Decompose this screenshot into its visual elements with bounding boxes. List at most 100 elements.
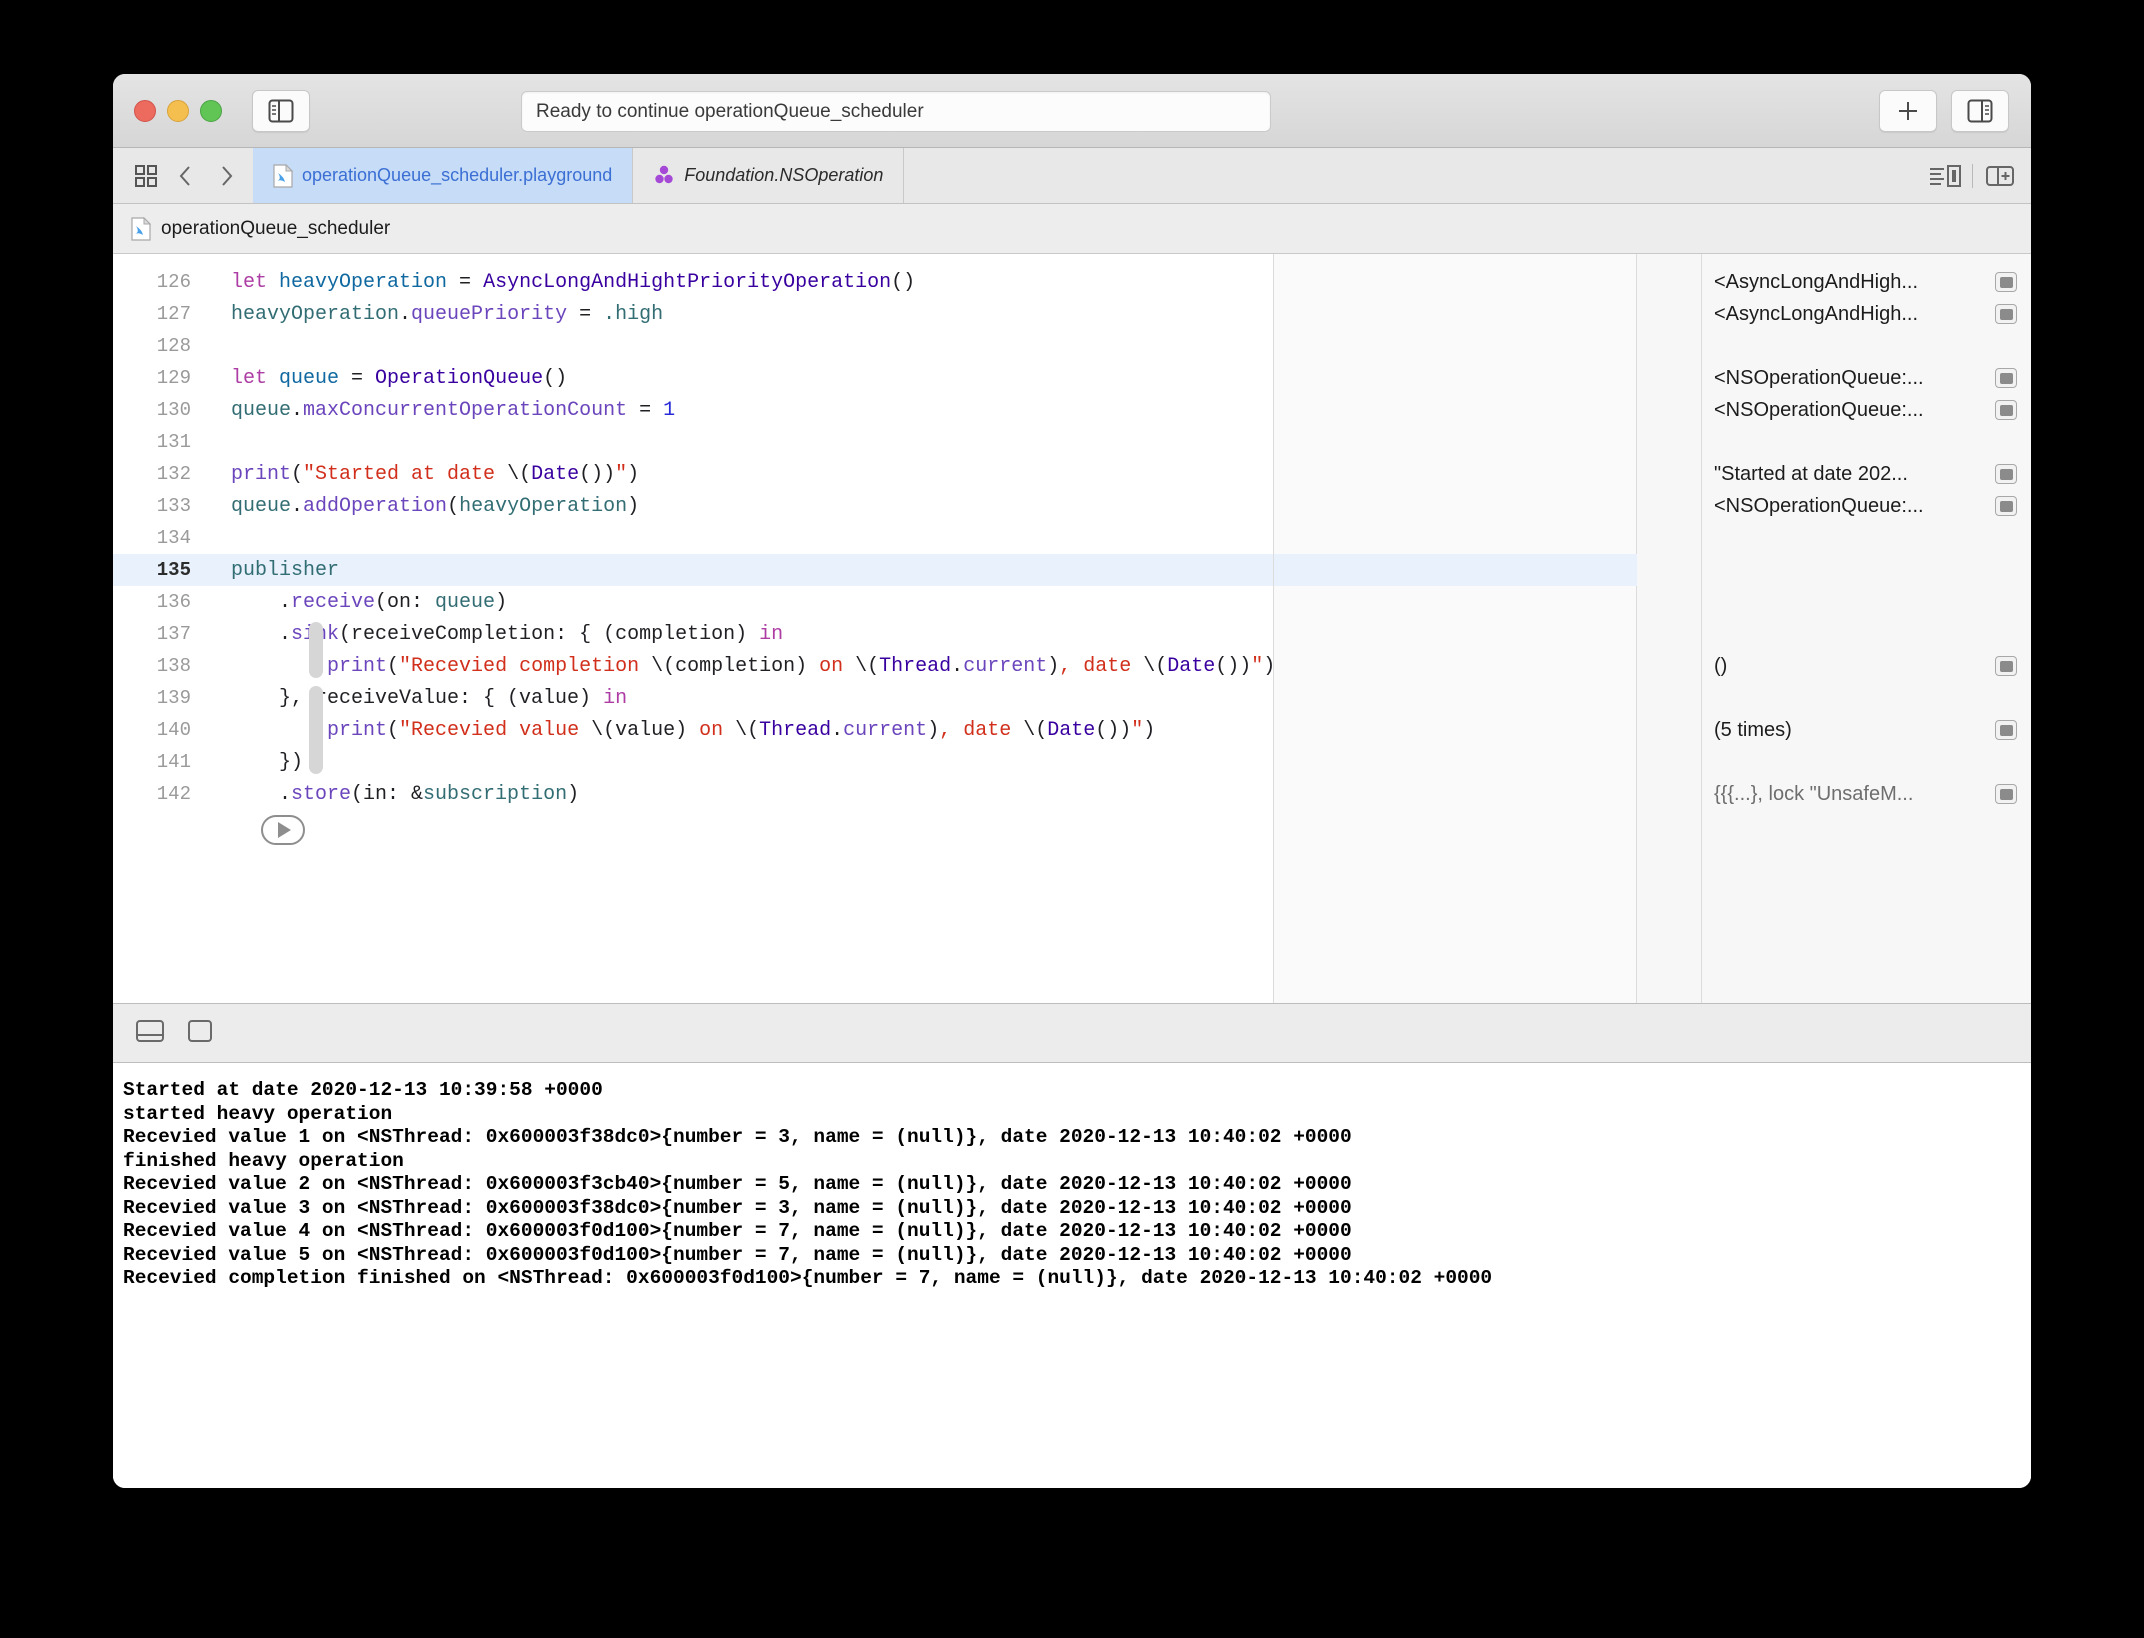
code-token: heavyOperation	[459, 494, 628, 518]
code-text: }, receiveValue: { (value) in	[199, 687, 627, 710]
code-token: (on:	[375, 590, 436, 614]
show-result-button[interactable]	[1995, 464, 2017, 484]
show-result-button[interactable]	[1995, 784, 2017, 804]
code-text: queue.addOperation(heavyOperation)	[199, 495, 639, 518]
code-line[interactable]: 132 print("Started at date \(Date())")	[113, 458, 1273, 490]
quick-look-icon	[1999, 660, 2013, 672]
code-token: )	[1143, 718, 1156, 742]
result-row[interactable]: "Started at date 202...	[1702, 458, 2031, 490]
code-line[interactable]: 135 publisher	[113, 554, 1273, 586]
code-token: publisher	[231, 558, 340, 582]
current-line-highlight-mid	[1274, 554, 1637, 586]
code-token: ()	[543, 366, 568, 390]
code-token: print	[231, 462, 292, 486]
code-token: \(	[1023, 718, 1048, 742]
result-value: <NSOperationQueue:...	[1714, 398, 1924, 421]
code-line[interactable]: 141 })	[113, 746, 1273, 778]
show-result-button[interactable]	[1995, 400, 2017, 420]
result-row[interactable]: <NSOperationQueue:...	[1702, 362, 2031, 394]
show-result-button[interactable]	[1995, 368, 2017, 388]
code-line[interactable]: 131	[113, 426, 1273, 458]
sidebar-left-icon[interactable]	[252, 89, 310, 132]
code-line[interactable]: 133 queue.addOperation(heavyOperation)	[113, 490, 1273, 522]
plus-icon[interactable]	[1879, 90, 1937, 132]
status-bar[interactable]: Ready to continue operationQueue_schedul…	[521, 91, 1271, 132]
result-row[interactable]: <NSOperationQueue:...	[1702, 394, 2031, 426]
console-output[interactable]: Started at date 2020-12-13 10:39:58 +000…	[113, 1063, 2031, 1488]
code-line[interactable]: 142 .store(in: &subscription)	[113, 778, 1273, 810]
code-editor[interactable]: 126 let heavyOperation = AsyncLongAndHigh…	[113, 254, 1274, 1003]
code-token: .	[951, 654, 964, 678]
code-token: 1	[663, 398, 676, 422]
code-line[interactable]: 127 heavyOperation.queuePriority = .high	[113, 298, 1273, 330]
minimize-button[interactable]	[167, 99, 189, 122]
show-result-button[interactable]	[1995, 656, 2017, 676]
toggle-variables-icon[interactable]	[187, 1018, 213, 1049]
toggle-console-icon[interactable]	[135, 1018, 165, 1049]
code-line[interactable]: 130 queue.maxConcurrentOperationCount = 1	[113, 394, 1273, 426]
show-result-button[interactable]	[1995, 720, 2017, 740]
sidebar-right-icon[interactable]	[1951, 90, 2009, 132]
code-token: print	[327, 654, 388, 678]
chevron-right-glyph	[222, 165, 233, 186]
code-token: "Recevied completion	[399, 654, 652, 678]
code-line[interactable]: 139 }, receiveValue: { (value) in	[113, 682, 1273, 714]
code-token: .	[231, 590, 292, 614]
code-text: publisher	[199, 559, 339, 582]
code-text: print("Started at date \(Date())")	[199, 463, 639, 486]
code-line[interactable]: 134	[113, 522, 1273, 554]
console-line: finished heavy operation	[123, 1149, 404, 1172]
code-token: .	[291, 398, 304, 422]
code-token: receive	[291, 590, 376, 614]
quick-look-icon	[1999, 308, 2013, 320]
chevron-left-glyph	[179, 165, 190, 186]
close-button[interactable]	[134, 99, 156, 122]
show-result-button[interactable]	[1995, 496, 2017, 516]
code-line[interactable]: 137 .sink(receiveCompletion: { (completi…	[113, 618, 1273, 650]
line-number: 131	[156, 431, 191, 453]
line-number: 137	[156, 623, 191, 645]
code-line[interactable]: 138 print("Recevied completion \(complet…	[113, 650, 1273, 682]
result-value: <NSOperationQueue:...	[1714, 366, 1924, 389]
result-row[interactable]: ()	[1702, 650, 2031, 682]
result-row[interactable]: <AsyncLongAndHigh...	[1702, 298, 2031, 330]
zoom-button[interactable]	[200, 99, 222, 122]
editor-options-icon[interactable]	[1928, 159, 1962, 193]
code-line[interactable]: 140 print("Recevied value \(value) on \(…	[113, 714, 1273, 746]
code-line[interactable]: 128	[113, 330, 1273, 362]
line-number: 132	[156, 463, 191, 485]
show-result-button[interactable]	[1995, 304, 2017, 324]
breadcrumb: operationQueue_scheduler	[113, 204, 2031, 254]
code-token: Date	[1047, 718, 1096, 742]
result-row[interactable]: {{{...}, lock "UnsafeM...	[1702, 778, 2031, 810]
code-token: print	[327, 718, 388, 742]
code-line[interactable]: 126 let heavyOperation = AsyncLongAndHigh…	[113, 266, 1273, 298]
chevron-right-icon[interactable]	[209, 159, 243, 193]
code-line[interactable]: 129 let queue = OperationQueue()	[113, 362, 1273, 394]
show-result-button[interactable]	[1995, 272, 2017, 292]
code-text: print("Recevied completion \(completion)…	[199, 654, 1273, 678]
code-fold-ribbon[interactable]	[309, 686, 323, 774]
result-row[interactable]: (5 times)	[1702, 714, 2031, 746]
window-titlebar: Ready to continue operationQueue_schedul…	[113, 74, 2031, 148]
code-token: (	[291, 462, 304, 486]
result-row[interactable]: <AsyncLongAndHigh...	[1702, 266, 2031, 298]
tab-grid-icon[interactable]	[129, 159, 163, 193]
code-token: )	[567, 782, 580, 806]
code-fold-ribbon[interactable]	[309, 622, 323, 678]
chevron-left-icon[interactable]	[169, 159, 203, 193]
add-editor-icon[interactable]	[1983, 159, 2017, 193]
quick-look-icon	[1999, 372, 2013, 384]
code-line[interactable]: 136 .receive(on: queue)	[113, 586, 1273, 618]
console-line: Recevied value 3 on <NSThread: 0x600003f…	[123, 1196, 1352, 1219]
code-token: current	[963, 654, 1048, 678]
tab-foundation-nsoperation[interactable]: Foundation.NSOperation	[633, 148, 905, 203]
editor-narrow-gutter	[1637, 254, 1702, 1003]
code-token: Thread	[759, 718, 832, 742]
quick-look-icon	[1999, 404, 2013, 416]
code-text: heavyOperation.queuePriority = .high	[199, 303, 663, 326]
debug-bar	[113, 1003, 2031, 1063]
play-icon[interactable]	[261, 815, 305, 845]
result-row[interactable]: <NSOperationQueue:...	[1702, 490, 2031, 522]
tab-operationqueue-scheduler-playground[interactable]: operationQueue_scheduler.playground	[253, 148, 634, 203]
